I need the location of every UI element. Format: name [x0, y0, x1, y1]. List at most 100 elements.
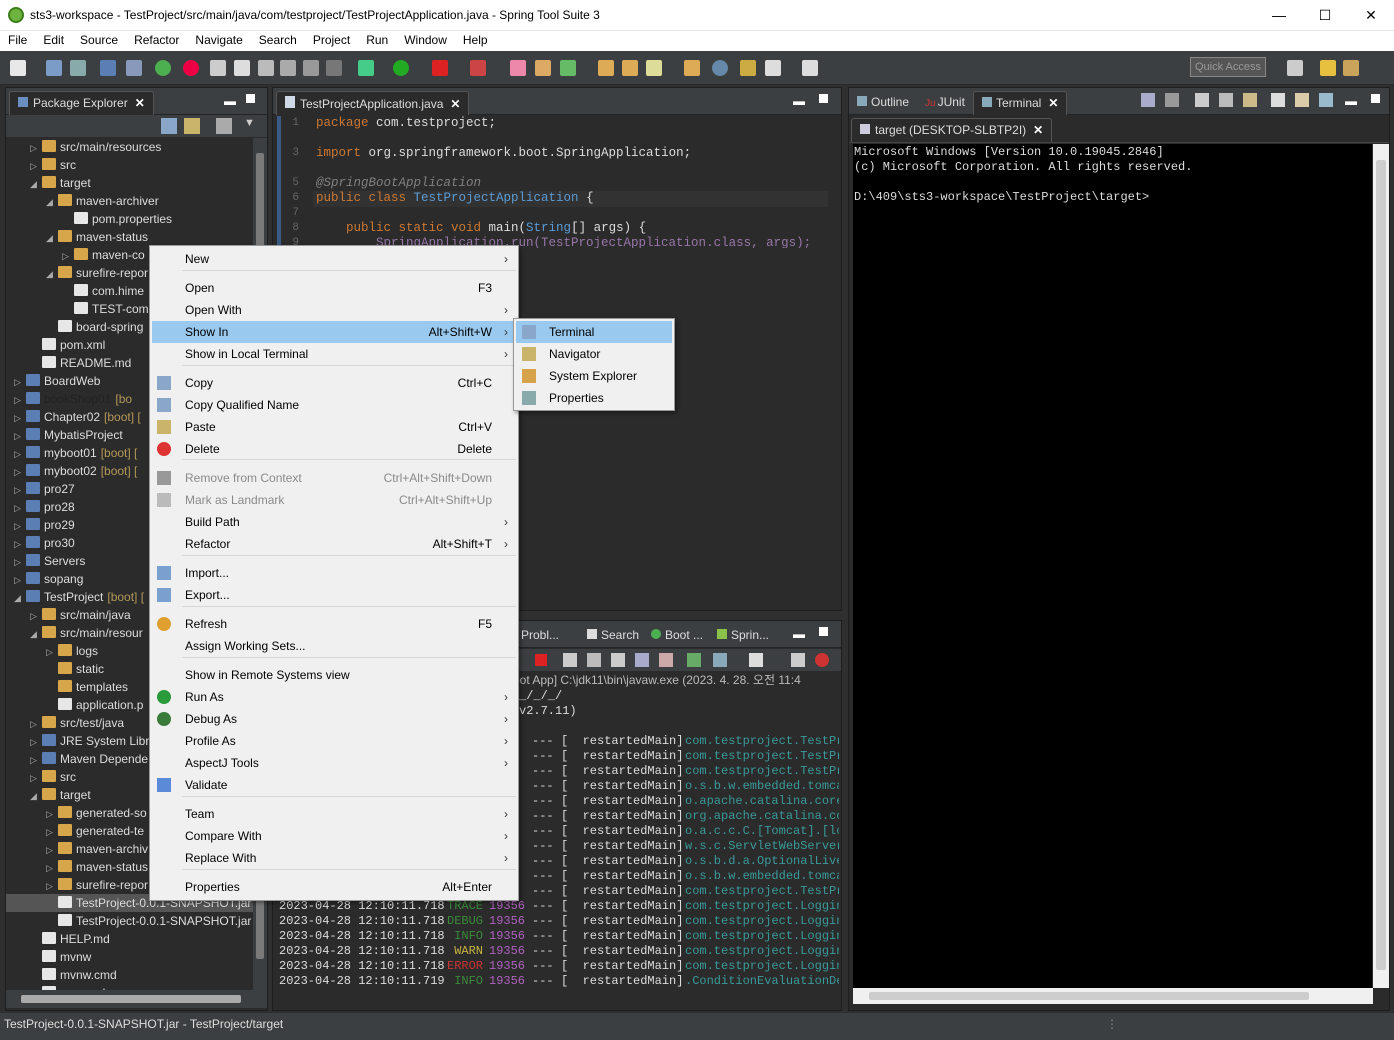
remove-all-icon[interactable]: [587, 653, 601, 667]
paste-icon[interactable]: [1295, 93, 1309, 107]
display-console-icon[interactable]: [713, 653, 727, 667]
block-icon[interactable]: [303, 60, 319, 76]
expand-toggle-icon[interactable]: ▷: [14, 553, 26, 571]
search-icon[interactable]: [646, 60, 662, 76]
run-icon[interactable]: [393, 60, 409, 76]
tree-item[interactable]: ▷ generated-te: [46, 822, 148, 840]
menu-item-refactor[interactable]: Refactor Alt+Shift+T ›: [152, 533, 516, 555]
expand-toggle-icon[interactable]: ▷: [30, 751, 42, 769]
tree-item[interactable]: ▷ Maven Depende: [30, 750, 152, 768]
tree-item[interactable]: ▷ MybatisProject: [14, 426, 127, 444]
tree-item[interactable]: board-spring: [46, 318, 147, 336]
horizontal-scrollbar[interactable]: [6, 990, 267, 1008]
new-server-icon[interactable]: [510, 60, 526, 76]
expand-toggle-icon[interactable]: ◢: [30, 175, 42, 193]
minimize-icon[interactable]: ▬: [793, 627, 805, 641]
tree-item[interactable]: ▷ Servers: [14, 552, 89, 570]
copy-icon[interactable]: [1271, 93, 1285, 107]
remove-launch-icon[interactable]: [563, 653, 577, 667]
tab-editor-file[interactable]: TestProjectApplication.java ✕: [276, 91, 470, 115]
maximize-icon[interactable]: [1371, 94, 1380, 103]
code-area[interactable]: 1 3 5 6 7 8 9 10 package com.testproject…: [273, 116, 841, 266]
expand-toggle-icon[interactable]: ▷: [30, 157, 42, 175]
tree-item[interactable]: templates: [46, 678, 132, 696]
tree-item[interactable]: ▷ src/main/java: [30, 606, 135, 624]
terminal-horizontal-scrollbar[interactable]: [853, 988, 1373, 1004]
expand-toggle-icon[interactable]: ▷: [30, 733, 42, 751]
tree-item[interactable]: ◢ TestProject [boot] [: [14, 588, 144, 606]
expand-toggle-icon[interactable]: ◢: [14, 589, 26, 607]
tree-item[interactable]: ▷ myboot01 [boot] [: [14, 444, 137, 462]
menu-item-show-in-remote-systems-view[interactable]: Show in Remote Systems view: [152, 664, 516, 686]
java-perspective-icon[interactable]: [1343, 60, 1359, 76]
menu-item-copy[interactable]: Copy Ctrl+C: [152, 372, 516, 394]
close-icon[interactable]: ✕: [135, 96, 145, 110]
expand-toggle-icon[interactable]: ▷: [30, 139, 42, 157]
view-menu-icon[interactable]: ▼: [244, 117, 255, 129]
tree-item[interactable]: ▷ BoardWeb: [14, 372, 104, 390]
link-with-editor-icon[interactable]: [184, 118, 200, 134]
expand-toggle-icon[interactable]: ▷: [46, 859, 58, 877]
clear-console-icon[interactable]: [611, 653, 625, 667]
expand-toggle-icon[interactable]: ▷: [14, 409, 26, 427]
menu-source[interactable]: Source: [72, 31, 126, 47]
tree-item[interactable]: ◢ target: [30, 786, 95, 804]
stop-console-icon[interactable]: [815, 653, 829, 667]
last-edit-icon[interactable]: [740, 60, 756, 76]
new-icon[interactable]: [10, 60, 26, 76]
toggle-command-input-icon[interactable]: [1219, 93, 1233, 107]
menu-item-delete[interactable]: Delete Delete: [152, 438, 516, 460]
whitespace-icon[interactable]: [326, 60, 342, 76]
mark-icon[interactable]: [280, 60, 296, 76]
expand-toggle-icon[interactable]: ◢: [46, 229, 58, 247]
submenu-item-system-explorer[interactable]: System Explorer: [516, 365, 672, 387]
tree-item[interactable]: ▷ logs: [46, 642, 102, 660]
tree-item[interactable]: ▷ generated-so: [46, 804, 151, 822]
quick-access-input[interactable]: Quick Access: [1190, 57, 1266, 77]
external-tools-icon[interactable]: [470, 60, 486, 76]
tree-item[interactable]: pom.properties: [62, 210, 176, 228]
minimize-icon[interactable]: ▬: [1345, 94, 1357, 108]
menu-item-replace-with[interactable]: Replace With ›: [152, 847, 516, 869]
forward-icon[interactable]: [802, 60, 818, 76]
menu-run[interactable]: Run: [358, 31, 396, 47]
menu-item-paste[interactable]: Paste Ctrl+V: [152, 416, 516, 438]
globe-icon[interactable]: [712, 60, 728, 76]
tree-item[interactable]: ▷ src: [30, 156, 80, 174]
tab-terminal[interactable]: Terminal ✕: [973, 91, 1068, 115]
tab-junit[interactable]: Ju JUnit: [917, 91, 973, 115]
close-icon[interactable]: ✕: [1033, 123, 1043, 137]
expand-toggle-icon[interactable]: ▷: [14, 571, 26, 589]
expand-toggle-icon[interactable]: ◢: [30, 625, 42, 643]
tab-boot-dashboard[interactable]: Boot ...: [643, 624, 711, 648]
expand-toggle-icon[interactable]: ▷: [14, 535, 26, 553]
new-class-icon[interactable]: [560, 60, 576, 76]
expand-toggle-icon[interactable]: ▷: [46, 877, 58, 895]
expand-toggle-icon[interactable]: ▷: [30, 769, 42, 787]
tree-item[interactable]: ▷ maven-status: [46, 858, 152, 876]
tree-item[interactable]: ▷ src/main/resources: [30, 138, 165, 156]
tree-item[interactable]: pom.xml: [30, 336, 109, 354]
skip-breakpoints-icon[interactable]: [126, 60, 142, 76]
tree-item[interactable]: README.md: [30, 354, 135, 372]
tree-item[interactable]: TEST-com: [62, 300, 153, 318]
tree-item[interactable]: ▷ maven-co: [62, 246, 149, 264]
menu-item-assign-working-sets[interactable]: Assign Working Sets...: [152, 635, 516, 657]
menu-item-build-path[interactable]: Build Path ›: [152, 511, 516, 533]
menu-edit[interactable]: Edit: [35, 31, 72, 47]
stop-icon[interactable]: [432, 60, 448, 76]
menu-item-profile-as[interactable]: Profile As ›: [152, 730, 516, 752]
expand-toggle-icon[interactable]: ▷: [30, 607, 42, 625]
submenu-item-terminal[interactable]: Terminal: [516, 321, 672, 343]
scroll-lock-icon[interactable]: [635, 653, 649, 667]
expand-toggle-icon[interactable]: ▷: [46, 805, 58, 823]
maximize-button[interactable]: ☐: [1302, 0, 1348, 31]
tree-item[interactable]: ▷ maven-archiv: [46, 840, 152, 858]
minimize-button[interactable]: —: [1256, 0, 1302, 31]
back-icon[interactable]: [765, 60, 781, 76]
focus-icon[interactable]: [216, 118, 232, 134]
tree-item[interactable]: ▷ pro27: [14, 480, 79, 498]
maximize-icon[interactable]: [246, 94, 255, 103]
expand-toggle-icon[interactable]: ▷: [14, 463, 26, 481]
submenu-item-navigator[interactable]: Navigator: [516, 343, 672, 365]
